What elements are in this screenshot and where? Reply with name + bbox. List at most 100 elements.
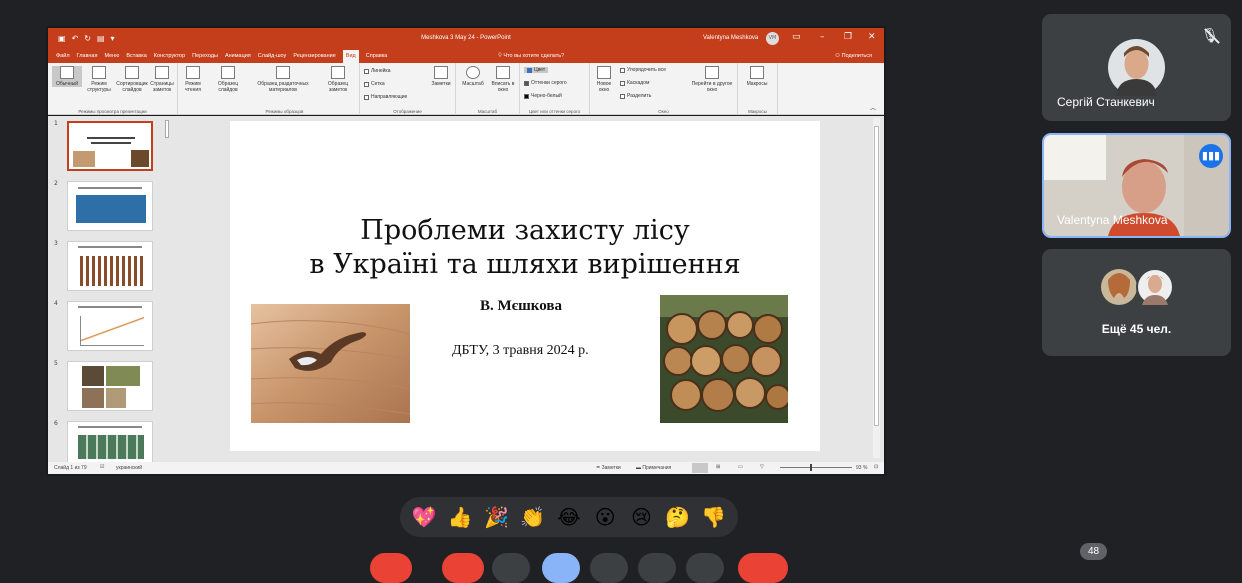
surprised-reaction-icon[interactable]: 😮: [591, 505, 619, 529]
slide-thumbnail-3[interactable]: [67, 241, 153, 291]
grayscale-button[interactable]: Оттенки серого: [524, 80, 567, 86]
switch-window-label: Перейти в другое окно: [691, 81, 733, 93]
thumbs-down-reaction-icon[interactable]: 👎: [700, 505, 728, 529]
zoom-button[interactable]: Масштаб: [458, 66, 488, 87]
slide-thumbnail-1[interactable]: [67, 121, 153, 171]
outline-view-label: Режим структуры: [87, 81, 111, 93]
fit-to-window-icon: [496, 66, 510, 79]
spelling-check-icon[interactable]: ☑: [100, 464, 104, 470]
thumb-wood-image: [73, 151, 95, 167]
group-label-view-modes: Режимы просмотра презентации: [78, 109, 147, 114]
ppt-user-name[interactable]: Valentyna Meshkova: [703, 35, 758, 41]
slide-thumbnail-4[interactable]: [67, 301, 153, 351]
notes-toggle[interactable]: ≐ Заметки: [596, 465, 621, 471]
slide-thumbnail-2[interactable]: [67, 181, 153, 231]
maximize-icon[interactable]: ❐: [844, 32, 852, 42]
tab-menu[interactable]: Меню: [104, 53, 119, 63]
tab-insert[interactable]: Вставка: [126, 53, 146, 63]
crying-reaction-icon[interactable]: 😢: [627, 505, 655, 529]
speaking-indicator-icon: ▮▮▮: [1199, 144, 1223, 168]
party-popper-reaction-icon[interactable]: 🎉: [483, 505, 511, 529]
notes-button[interactable]: Заметки: [426, 66, 456, 87]
reactions-button[interactable]: [542, 553, 580, 583]
reading-view-status-icon[interactable]: ▭: [738, 464, 743, 470]
laughing-reaction-icon[interactable]: 😂: [555, 505, 583, 529]
more-options-button[interactable]: [686, 553, 724, 583]
grid-checkbox[interactable]: Сетка: [364, 81, 385, 87]
ppt-user-avatar[interactable]: VM: [766, 32, 779, 45]
slide-title-line-1: Проблеми захисту лісу: [360, 215, 690, 246]
tab-transitions[interactable]: Переходы: [192, 53, 218, 63]
slide-scrollbar[interactable]: [873, 118, 880, 458]
color-button[interactable]: Цвет: [524, 67, 549, 73]
handout-master-button[interactable]: Образец раздаточных материалов: [248, 66, 318, 93]
captions-button[interactable]: [492, 553, 530, 583]
thumbs-up-reaction-icon[interactable]: 👍: [446, 505, 474, 529]
slide-thumbnail-6[interactable]: [67, 421, 153, 462]
slideshow-status-icon[interactable]: ▽: [760, 464, 764, 470]
thinking-reaction-icon[interactable]: 🤔: [664, 505, 692, 529]
cascade-button[interactable]: Каскадом: [620, 80, 649, 86]
black-white-button[interactable]: Черно-белый: [524, 93, 562, 99]
tab-help[interactable]: Справка: [366, 53, 388, 63]
thumbnails-scroll-thumb[interactable]: [165, 120, 169, 138]
thumb-number: 2: [54, 180, 58, 187]
guides-checkbox-box: [364, 94, 369, 100]
outline-view-button[interactable]: Режим структуры: [84, 66, 114, 93]
fit-to-window-button[interactable]: Вписать в окно: [488, 66, 518, 93]
zoom-slider-thumb[interactable]: [810, 464, 812, 471]
zoom-slider[interactable]: [780, 464, 852, 471]
minimize-icon[interactable]: –: [820, 32, 825, 42]
heart-reaction-icon[interactable]: 💖: [410, 505, 438, 529]
slide-sorter-button[interactable]: Сортировщик слайдов: [114, 66, 150, 93]
share-button[interactable]: ⚇ Поделиться: [835, 53, 872, 59]
normal-view-status-icon[interactable]: [692, 463, 708, 473]
tab-home[interactable]: Главная: [77, 53, 98, 63]
tab-view[interactable]: Вид: [342, 50, 359, 63]
slide-sorter-label: Сортировщик слайдов: [116, 81, 148, 93]
clapping-reaction-icon[interactable]: 👏: [519, 505, 547, 529]
tab-file[interactable]: Файл: [56, 53, 70, 63]
tab-animations[interactable]: Анимация: [225, 53, 251, 63]
participant-tile-sergii[interactable]: 🎙︎ Сергій Станкевич: [1042, 14, 1231, 121]
comments-toggle[interactable]: ▬ Примечания: [636, 465, 671, 471]
tab-design[interactable]: Конструктор: [154, 53, 185, 63]
slide-master-button[interactable]: Образец слайдов: [212, 66, 244, 93]
group-label-color: Цвет или оттенки серого: [528, 109, 581, 114]
switch-window-button[interactable]: Перейти в другое окно: [690, 66, 734, 93]
macros-button[interactable]: Макросы: [742, 66, 772, 87]
arrange-all-button[interactable]: Упорядочить все: [620, 67, 666, 73]
close-icon[interactable]: ✕: [868, 32, 876, 42]
normal-view-button[interactable]: Обычный: [52, 66, 82, 87]
notes-master-button[interactable]: Образец заметок: [320, 66, 356, 93]
current-slide[interactable]: Проблеми захисту лісу в Україні та шляхи…: [230, 121, 820, 451]
end-call-button[interactable]: [738, 553, 788, 583]
tell-me-search[interactable]: 💡︎ Что вы хотите сделать?: [498, 53, 564, 60]
zoom-percentage[interactable]: 93 %: [856, 465, 867, 471]
tab-review[interactable]: Рецензирование: [293, 53, 335, 63]
mic-toggle-button[interactable]: [370, 553, 412, 583]
tab-slideshow[interactable]: Слайд-шоу: [258, 53, 287, 63]
present-button[interactable]: [590, 553, 628, 583]
handout-master-icon: [276, 66, 290, 79]
ribbon-display-options-icon[interactable]: ▭: [792, 32, 801, 42]
guides-checkbox[interactable]: Направляющие: [364, 94, 407, 100]
sorter-view-status-icon[interactable]: ⊞: [716, 464, 720, 470]
ruler-checkbox[interactable]: Линейка: [364, 68, 391, 74]
reading-view-button[interactable]: Режим чтения: [178, 66, 208, 93]
participant-tile-valentyna[interactable]: ▮▮▮ Valentyna Meshkova: [1042, 133, 1231, 238]
slide-thumbnail-5[interactable]: [67, 361, 153, 411]
camera-toggle-button[interactable]: [442, 553, 484, 583]
split-button[interactable]: Разделить: [620, 93, 651, 99]
collapse-ribbon-icon[interactable]: ︿: [870, 103, 876, 112]
thumb-title-line: [78, 306, 142, 308]
thumbnails-scrollbar[interactable]: [164, 118, 170, 458]
thumb-number: 1: [54, 120, 58, 127]
more-participants-tile[interactable]: Ещё 45 чел.: [1042, 249, 1231, 356]
slide-scroll-thumb[interactable]: [874, 126, 879, 426]
notes-page-button[interactable]: Страницы заметок: [148, 66, 176, 93]
raise-hand-button[interactable]: [638, 553, 676, 583]
new-window-button[interactable]: Новое окно: [592, 66, 616, 93]
language-indicator[interactable]: украинский: [116, 465, 142, 471]
fit-slide-icon[interactable]: ⊡: [874, 464, 878, 470]
